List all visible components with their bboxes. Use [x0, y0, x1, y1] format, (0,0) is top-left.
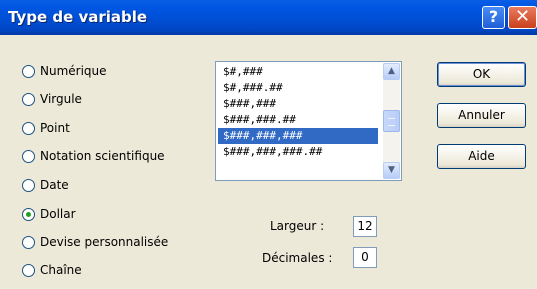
radio-label: Virgule: [40, 92, 82, 106]
radio-date[interactable]: Date: [22, 176, 69, 194]
radio-circle-icon: [22, 149, 35, 163]
scrollbar-thumb[interactable]: [383, 110, 400, 132]
radio-circle-icon: [22, 178, 35, 192]
list-item[interactable]: $#,###.##: [218, 80, 378, 96]
radio-string[interactable]: Chaîne: [22, 261, 82, 279]
ok-button[interactable]: OK: [437, 62, 526, 87]
window-title: Type de variable: [8, 8, 148, 26]
radio-circle-icon: [22, 92, 35, 106]
radio-circle-icon: [22, 263, 35, 277]
radio-dot[interactable]: Point: [22, 119, 70, 137]
cancel-button[interactable]: Annuler: [437, 103, 526, 128]
decimals-field[interactable]: 0: [353, 247, 377, 268]
list-item[interactable]: $###,###: [218, 96, 378, 112]
title-bar: Type de variable ? ✕: [0, 0, 537, 35]
close-icon[interactable]: ✕: [508, 6, 537, 29]
radio-label: Point: [40, 121, 70, 135]
radio-numeric[interactable]: Numérique: [22, 62, 107, 80]
format-listbox[interactable]: $#,### $#,###.## $###,### $###,###.## $#…: [215, 61, 402, 181]
vertical-scrollbar[interactable]: ▲ ▼: [383, 63, 400, 179]
radio-label: Date: [40, 178, 69, 192]
scroll-up-icon[interactable]: ▲: [383, 63, 400, 80]
radio-circle-icon: [22, 235, 35, 249]
width-label: Largeur :: [270, 219, 325, 233]
radio-label: Chaîne: [40, 263, 82, 277]
radio-label: Numérique: [40, 64, 107, 78]
radio-label: Notation scientifique: [40, 149, 165, 163]
width-field[interactable]: 12: [353, 216, 377, 237]
radio-circle-checked-icon: [22, 207, 35, 221]
radio-circle-icon: [22, 121, 35, 135]
list-item-selected[interactable]: $###,###,###: [218, 128, 378, 144]
scroll-down-icon[interactable]: ▼: [383, 162, 400, 179]
help-icon[interactable]: ?: [482, 6, 505, 29]
list-item[interactable]: $#,###: [218, 64, 378, 80]
decimals-label: Décimales :: [262, 251, 333, 265]
radio-custom-currency[interactable]: Devise personnalisée: [22, 233, 168, 251]
list-item[interactable]: $###,###,###.##: [218, 144, 378, 160]
radio-label: Devise personnalisée: [40, 235, 169, 249]
help-button[interactable]: Aide: [437, 144, 526, 169]
radio-dollar[interactable]: Dollar: [22, 205, 76, 223]
list-item[interactable]: $###,###.##: [218, 112, 378, 128]
radio-scientific[interactable]: Notation scientifique: [22, 147, 165, 165]
radio-label: Dollar: [40, 207, 76, 221]
radio-comma[interactable]: Virgule: [22, 90, 82, 108]
radio-circle-icon: [22, 64, 35, 78]
